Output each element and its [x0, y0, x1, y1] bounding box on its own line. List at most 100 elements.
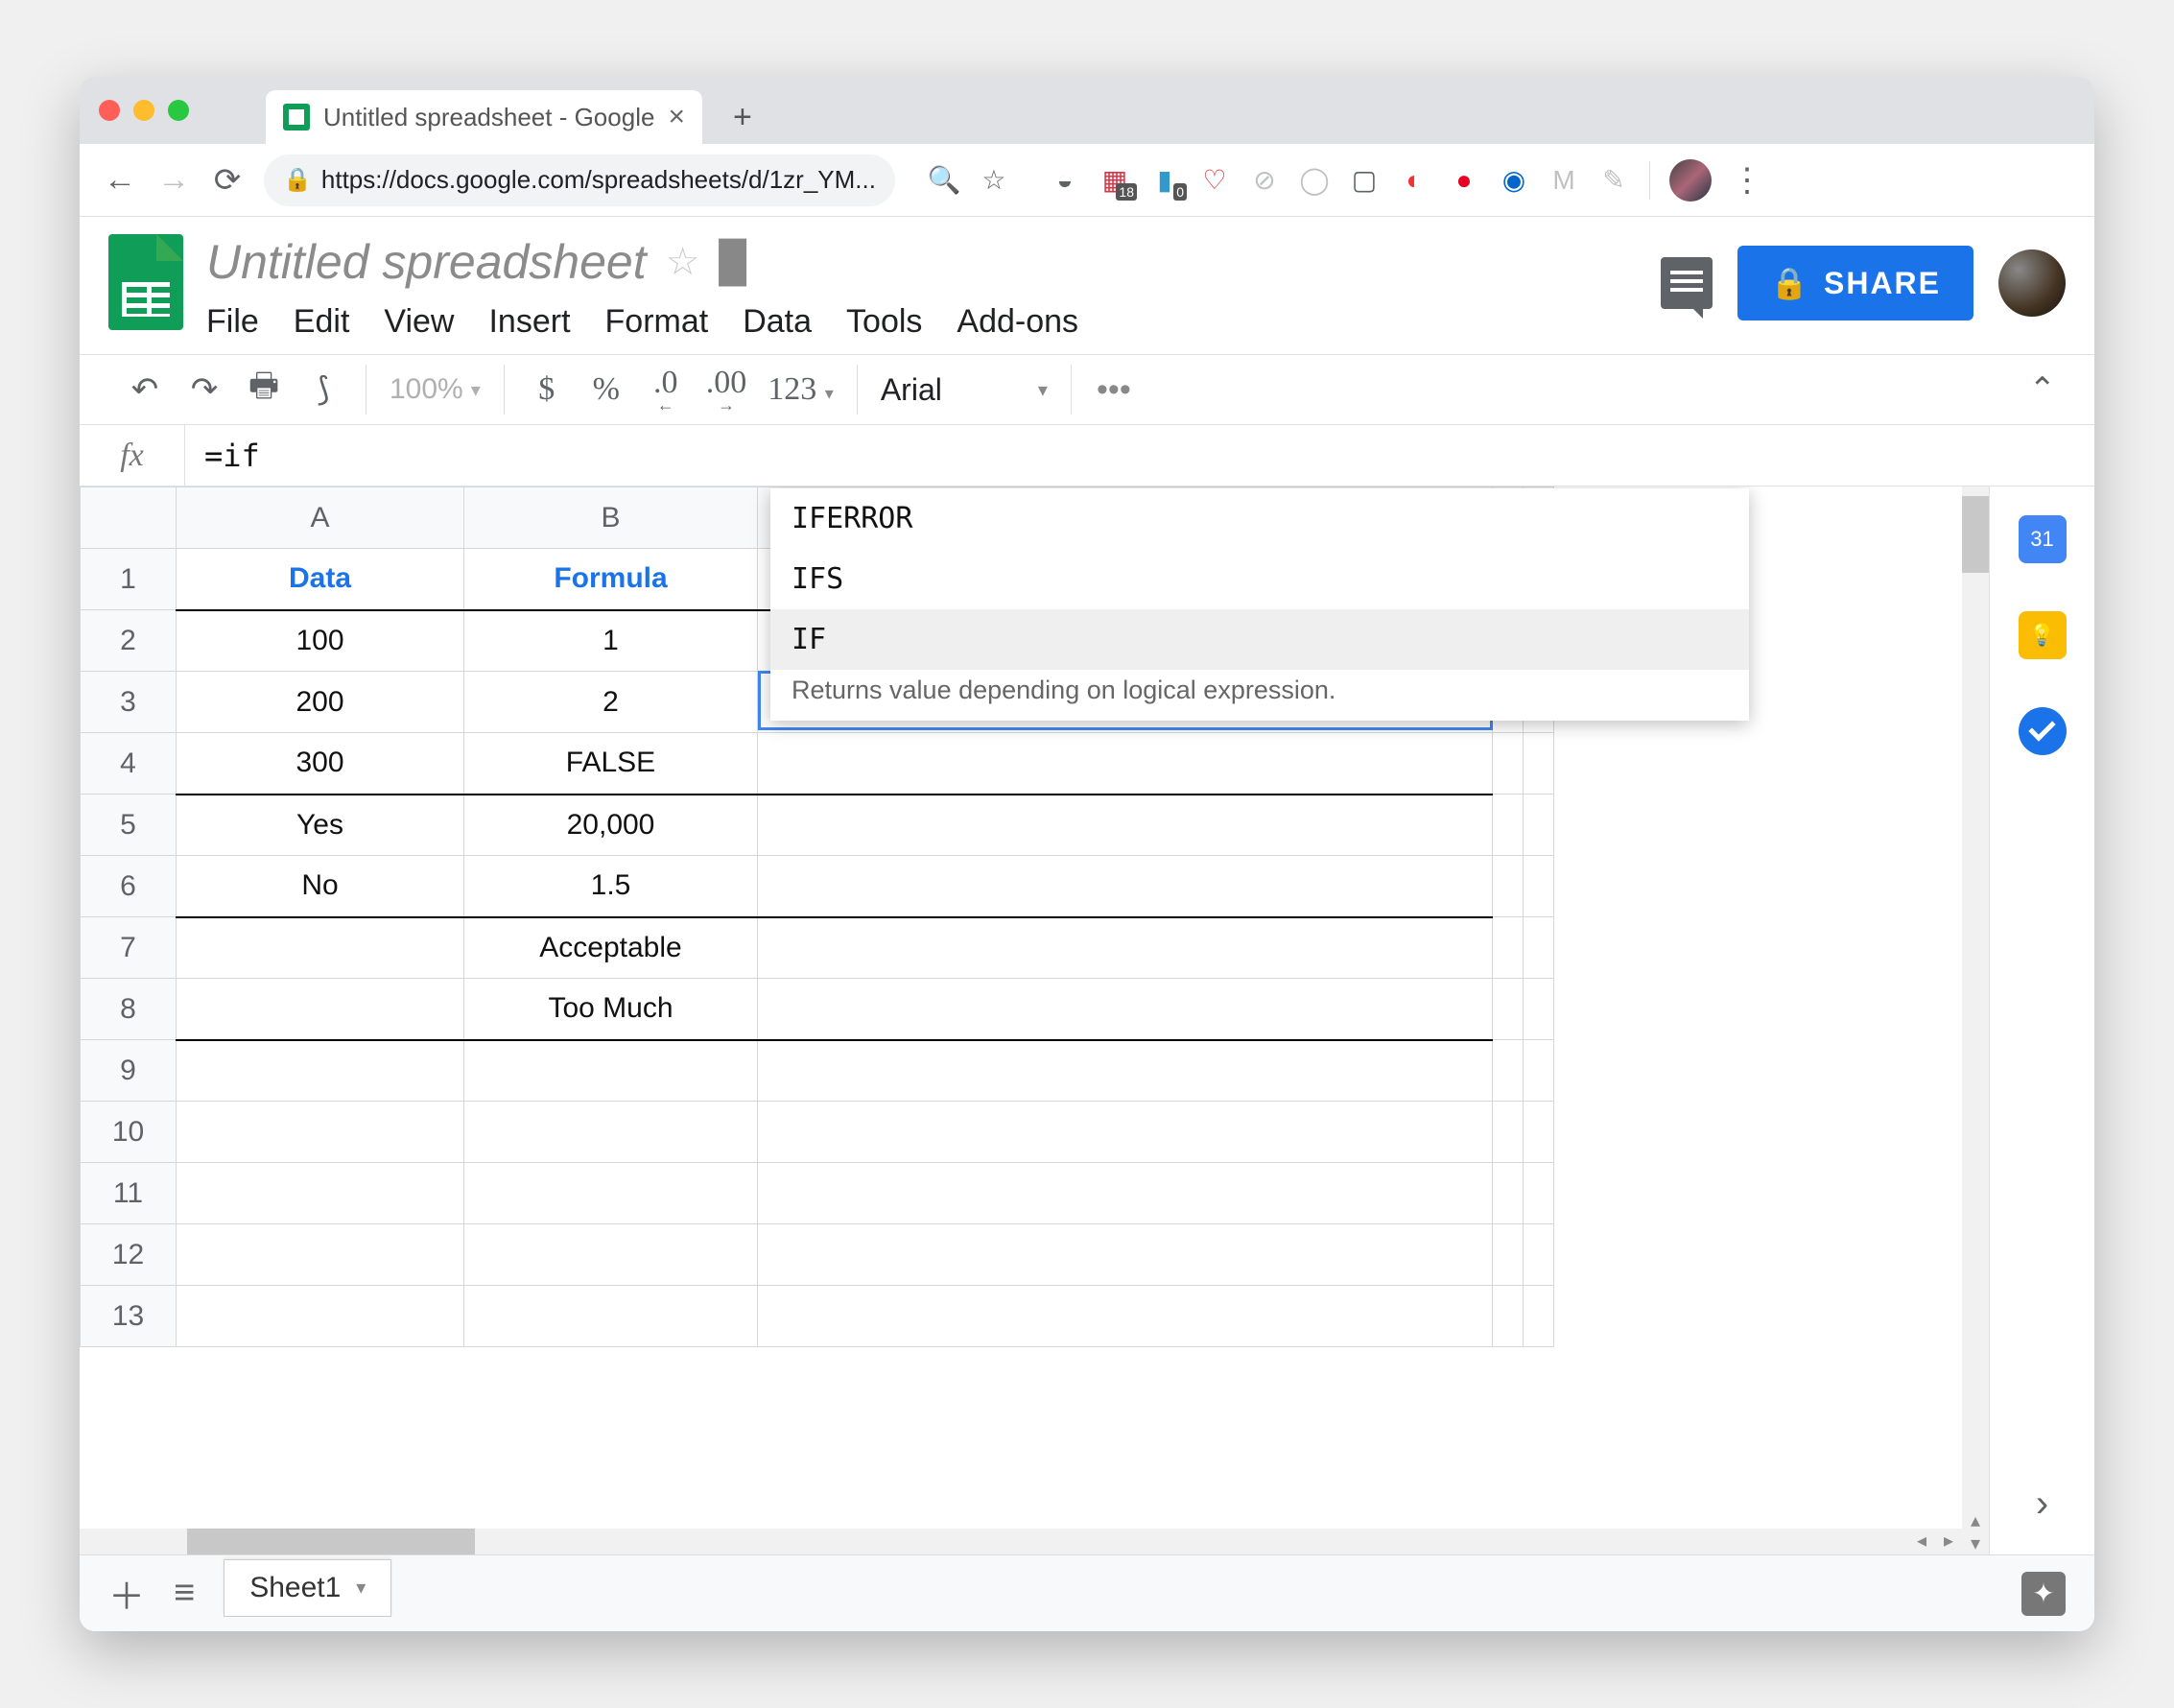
account-avatar[interactable]: [1998, 249, 2066, 317]
autocomplete-item-selected[interactable]: IF: [770, 609, 1749, 670]
ext-icon-5[interactable]: ⊘: [1248, 164, 1281, 197]
zoom-dropdown[interactable]: 100% ▾: [390, 373, 481, 406]
row-header[interactable]: 4: [81, 733, 177, 795]
ext-icon-10[interactable]: ◉: [1498, 164, 1530, 197]
sheet-tab-menu-icon[interactable]: ▾: [356, 1576, 366, 1600]
cell-C7[interactable]: [758, 917, 1493, 979]
scrollbar-thumb[interactable]: [187, 1529, 475, 1554]
cell[interactable]: [1524, 1163, 1554, 1224]
cell[interactable]: [1524, 979, 1554, 1040]
cell[interactable]: [1493, 979, 1524, 1040]
ext-icon-4[interactable]: ♡: [1198, 164, 1231, 197]
minimize-window-icon[interactable]: [133, 100, 154, 121]
scrollbar-thumb[interactable]: [1962, 496, 1989, 573]
cell[interactable]: [758, 1224, 1493, 1286]
cell-B4[interactable]: FALSE: [464, 733, 758, 795]
zoom-icon[interactable]: 🔍: [928, 164, 960, 197]
horizontal-scrollbar[interactable]: ◂ ▸: [80, 1529, 1962, 1554]
currency-button[interactable]: $: [528, 371, 566, 408]
row-header[interactable]: 7: [81, 917, 177, 979]
hide-sidepanel-icon[interactable]: ›: [2036, 1483, 2048, 1526]
menu-edit[interactable]: Edit: [294, 303, 350, 341]
menu-insert[interactable]: Insert: [488, 303, 570, 341]
cell[interactable]: [1524, 1040, 1554, 1102]
cell-B1[interactable]: Formula: [464, 549, 758, 610]
cell-C4[interactable]: [758, 733, 1493, 795]
cell[interactable]: [1493, 733, 1524, 795]
cell-A6[interactable]: No: [177, 856, 464, 917]
vertical-scrollbar[interactable]: ▴ ▾: [1962, 486, 1989, 1554]
cell-B5[interactable]: 20,000: [464, 795, 758, 856]
sheet-tab[interactable]: Sheet1 ▾: [224, 1559, 391, 1617]
document-title[interactable]: Untitled spreadsheet: [206, 234, 647, 290]
browser-menu-button[interactable]: ⋮: [1731, 161, 1763, 200]
cell[interactable]: [1493, 795, 1524, 856]
cell-A5[interactable]: Yes: [177, 795, 464, 856]
cell[interactable]: [1493, 1163, 1524, 1224]
add-sheet-button[interactable]: ＋: [108, 1567, 145, 1620]
menu-file[interactable]: File: [206, 303, 259, 341]
new-tab-button[interactable]: +: [720, 94, 766, 140]
ext-icon-11[interactable]: M: [1548, 164, 1580, 197]
cell[interactable]: [177, 1286, 464, 1347]
cell[interactable]: [1524, 1224, 1554, 1286]
cell[interactable]: [1524, 856, 1554, 917]
cast-icon[interactable]: ▢: [1348, 164, 1381, 197]
autocomplete-item[interactable]: IFS: [770, 549, 1749, 609]
row-header[interactable]: 8: [81, 979, 177, 1040]
star-document-icon[interactable]: ☆: [666, 240, 700, 284]
cell-A2[interactable]: 100: [177, 610, 464, 672]
cell-B7[interactable]: Acceptable: [464, 917, 758, 979]
number-format-dropdown[interactable]: 123 ▾: [768, 371, 834, 408]
increase-decimal-button[interactable]: .00→: [706, 365, 747, 415]
close-window-icon[interactable]: [99, 100, 120, 121]
browser-profile-avatar[interactable]: [1669, 159, 1712, 202]
cell[interactable]: [464, 1040, 758, 1102]
calendar-sidebar-icon[interactable]: 31: [2019, 515, 2067, 563]
percent-button[interactable]: %: [587, 371, 626, 408]
move-folder-icon[interactable]: ▉: [719, 239, 749, 286]
menu-view[interactable]: View: [384, 303, 454, 341]
undo-button[interactable]: ↶: [126, 370, 164, 409]
ext-icon-6[interactable]: ◯: [1298, 164, 1331, 197]
cell[interactable]: [177, 1224, 464, 1286]
cell-B3[interactable]: 2: [464, 672, 758, 733]
cell[interactable]: [1493, 1224, 1524, 1286]
col-header-B[interactable]: B: [464, 487, 758, 549]
cell-C6[interactable]: [758, 856, 1493, 917]
menu-tools[interactable]: Tools: [846, 303, 922, 341]
cell[interactable]: [177, 1040, 464, 1102]
collapse-toolbar-icon[interactable]: ⌃: [2029, 370, 2057, 409]
explore-button[interactable]: ✦: [2021, 1572, 2066, 1616]
cell-A1[interactable]: Data: [177, 549, 464, 610]
menu-data[interactable]: Data: [743, 303, 812, 341]
cell[interactable]: [1524, 917, 1554, 979]
cell[interactable]: [464, 1102, 758, 1163]
menu-format[interactable]: Format: [605, 303, 709, 341]
cell[interactable]: [1493, 917, 1524, 979]
cell[interactable]: [1524, 795, 1554, 856]
scroll-down-icon[interactable]: ▾: [1962, 1531, 1989, 1554]
cell-B2[interactable]: 1: [464, 610, 758, 672]
cell[interactable]: [177, 1102, 464, 1163]
row-header[interactable]: 10: [81, 1102, 177, 1163]
cell-A7[interactable]: [177, 917, 464, 979]
font-dropdown[interactable]: Arial▾: [881, 372, 1048, 408]
cell-C5[interactable]: [758, 795, 1493, 856]
comments-button[interactable]: [1661, 257, 1713, 309]
back-button[interactable]: ←: [103, 163, 137, 198]
reload-button[interactable]: ⟳: [210, 163, 245, 198]
redo-button[interactable]: ↷: [185, 370, 224, 409]
sheets-logo-icon[interactable]: [108, 234, 183, 330]
cell[interactable]: [1524, 733, 1554, 795]
keep-sidebar-icon[interactable]: 💡: [2019, 611, 2067, 659]
spreadsheet-grid[interactable]: A B 1 Data Formula 2 100 1: [80, 486, 1989, 1554]
cell-A4[interactable]: 300: [177, 733, 464, 795]
row-header[interactable]: 3: [81, 672, 177, 733]
cell[interactable]: [758, 1286, 1493, 1347]
row-header[interactable]: 12: [81, 1224, 177, 1286]
address-bar[interactable]: 🔒 https://docs.google.com/spreadsheets/d…: [264, 154, 895, 206]
cell[interactable]: [177, 1163, 464, 1224]
cell[interactable]: [758, 1102, 1493, 1163]
ext-icon-12[interactable]: ✎: [1597, 164, 1630, 197]
